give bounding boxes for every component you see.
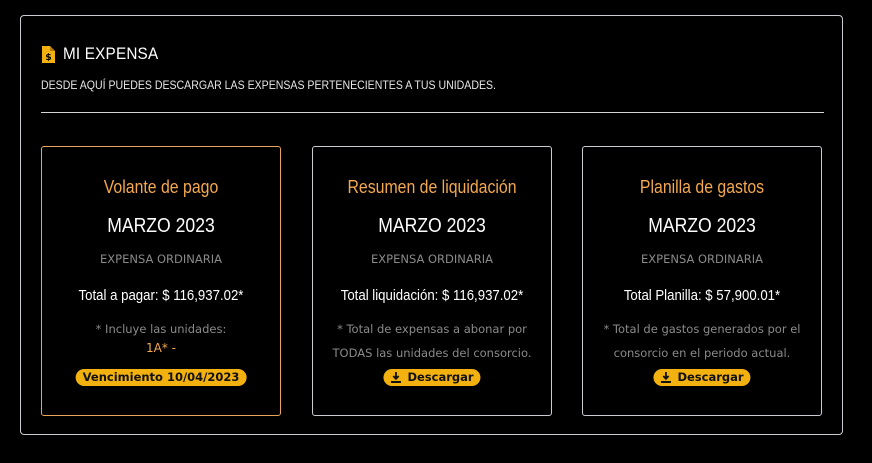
card-expense-type: EXPENSA ORDINARIA xyxy=(371,252,493,266)
header-divider xyxy=(41,112,824,113)
card-total: Total a pagar: $ 116,937.02* xyxy=(78,287,244,304)
card-expense-type: EXPENSA ORDINARIA xyxy=(641,252,763,266)
card-note: * Total de gastos generados por el conso… xyxy=(603,322,801,360)
card-total: Total Planilla: $ 57,900.01* xyxy=(623,287,781,304)
card-note: * Incluye las unidades: xyxy=(95,322,227,336)
card-title: Resumen de liquidación xyxy=(347,177,517,197)
page-subtitle: DESDE AQUÍ PUEDES DESCARGAR LAS EXPENSAS… xyxy=(41,78,497,92)
settlement-summary-card: Resumen de liquidación MARZO 2023 EXPENS… xyxy=(312,146,552,416)
card-period: MARZO 2023 xyxy=(378,215,486,237)
page-title: MI EXPENSA xyxy=(63,44,159,63)
download-icon xyxy=(660,372,671,383)
card-period: MARZO 2023 xyxy=(648,215,756,237)
download-sheet-button[interactable]: Descargar xyxy=(653,369,751,386)
payment-slip-card: Volante de pago MARZO 2023 EXPENSA ORDIN… xyxy=(41,146,281,416)
download-icon xyxy=(390,372,401,383)
download-button-label: Descargar xyxy=(407,370,474,384)
card-total: Total liquidación: $ 116,937.02* xyxy=(340,287,524,304)
card-title: Volante de pago xyxy=(103,177,219,197)
card-expense-type: EXPENSA ORDINARIA xyxy=(100,252,222,266)
receipt-document-icon: $ xyxy=(42,45,55,63)
panel-header: $ MI EXPENSA xyxy=(41,44,169,64)
download-summary-button[interactable]: Descargar xyxy=(383,369,481,386)
svg-text:$: $ xyxy=(45,53,51,63)
expense-panel: $ MI EXPENSA DESDE AQUÍ PUEDES DESCARGAR… xyxy=(20,15,843,435)
due-date-label: Vencimiento 10/04/2023 xyxy=(82,370,240,384)
card-units: 1A* - xyxy=(146,341,176,355)
card-note: * Total de expensas a abonar por TODAS l… xyxy=(332,322,532,360)
download-button-label: Descargar xyxy=(677,370,744,384)
due-date-badge: Vencimiento 10/04/2023 xyxy=(75,369,247,386)
card-title: Planilla de gastos xyxy=(639,177,765,197)
card-period: MARZO 2023 xyxy=(107,215,215,237)
expense-sheet-card: Planilla de gastos MARZO 2023 EXPENSA OR… xyxy=(582,146,822,416)
